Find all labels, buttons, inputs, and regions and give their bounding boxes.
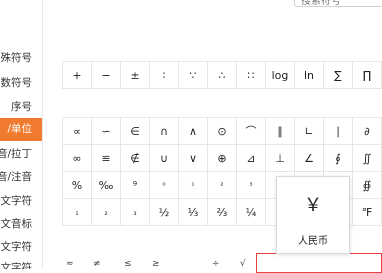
sidebar-item-pinyin-latin[interactable]: 音/拉丁 bbox=[0, 143, 42, 165]
symbol-cell[interactable]: ² bbox=[208, 172, 237, 199]
bottom-row-symbol[interactable]: ≈ bbox=[66, 259, 74, 269]
symbol-cell[interactable]: ⊿ bbox=[237, 145, 266, 172]
preview-symbol-name: 人民币 bbox=[298, 236, 328, 247]
symbol-cell[interactable]: log bbox=[266, 62, 295, 89]
symbol-cell[interactable]: ∈ bbox=[121, 118, 150, 145]
symbol-cell[interactable]: ⊙ bbox=[208, 118, 237, 145]
symbol-grid-top: + − ± ∶ ∵ ∴ ∷ log ln ∑ ∏ bbox=[62, 61, 382, 89]
sidebar-item-special-symbols[interactable]: 殊符号 bbox=[0, 47, 42, 69]
symbol-cell[interactable]: ∞ bbox=[63, 145, 92, 172]
sidebar-item-phonetic[interactable]: 文音标 bbox=[0, 213, 42, 235]
symbol-cell[interactable]: ∥ bbox=[266, 118, 295, 145]
symbol-cell[interactable]: ⁹ bbox=[121, 172, 150, 199]
sidebar-item-units[interactable]: /单位 bbox=[0, 118, 42, 141]
symbol-cell[interactable]: ∪ bbox=[150, 145, 179, 172]
symbol-cell[interactable]: ℉ bbox=[353, 199, 382, 226]
symbol-cell[interactable]: ¹ bbox=[179, 172, 208, 199]
symbol-cell[interactable]: ⅓ bbox=[179, 199, 208, 226]
symbol-cell[interactable]: ln bbox=[295, 62, 324, 89]
bottom-row-symbol[interactable]: ≠ bbox=[93, 259, 101, 269]
bottom-row-symbol[interactable]: ÷ bbox=[212, 259, 220, 269]
symbol-cell[interactable]: ∠ bbox=[295, 145, 324, 172]
symbol-cell[interactable]: ⁰ bbox=[150, 172, 179, 199]
selection-highlight bbox=[256, 253, 382, 273]
symbol-cell[interactable]: ∣ bbox=[324, 118, 353, 145]
sidebar-item-chars-3[interactable]: 文字符 bbox=[0, 257, 42, 269]
symbol-cell[interactable]: ∨ bbox=[179, 145, 208, 172]
search-input[interactable] bbox=[301, 0, 382, 7]
symbol-cell[interactable]: ⌒ bbox=[237, 118, 266, 145]
symbol-cell[interactable]: ∷ bbox=[237, 62, 266, 89]
symbol-cell[interactable]: ∩ bbox=[150, 118, 179, 145]
symbol-cell[interactable]: ≌ bbox=[92, 145, 121, 172]
symbol-cell[interactable]: ³ bbox=[237, 172, 266, 199]
symbol-cell[interactable]: ± bbox=[121, 62, 150, 89]
sidebar-item-numbering[interactable]: 序号 bbox=[0, 96, 42, 118]
symbol-cell[interactable]: ∵ bbox=[179, 62, 208, 89]
top-bar bbox=[0, 0, 382, 14]
symbol-row: ∞ ≌ ∉ ∪ ∨ ⊕ ⊿ ⊥ ∠ ∮ ∬ bbox=[63, 145, 382, 172]
symbol-cell[interactable]: ‰ bbox=[92, 172, 121, 199]
symbol-cell[interactable]: ∯ bbox=[353, 172, 382, 199]
symbol-cell[interactable]: ⊥ bbox=[266, 145, 295, 172]
symbol-cell[interactable]: ∬ bbox=[353, 145, 382, 172]
sidebar-item-chars-2[interactable]: 文字符 bbox=[0, 236, 42, 258]
symbol-cell[interactable]: − bbox=[92, 62, 121, 89]
symbol-cell[interactable]: ∏ bbox=[353, 62, 382, 89]
symbol-cell[interactable]: ∮ bbox=[324, 145, 353, 172]
symbol-cell[interactable]: ⅔ bbox=[208, 199, 237, 226]
symbol-cell[interactable]: ₁ bbox=[63, 199, 92, 226]
symbol-cell[interactable]: ½ bbox=[150, 199, 179, 226]
symbol-cell[interactable]: ∟ bbox=[295, 118, 324, 145]
symbol-cell[interactable]: ∂ bbox=[353, 118, 382, 145]
symbol-preview-popup: ￥ 人民币 bbox=[276, 176, 350, 254]
symbol-cell[interactable]: ∝ bbox=[63, 118, 92, 145]
symbol-cell[interactable]: ¼ bbox=[237, 199, 266, 226]
preview-symbol: ￥ bbox=[304, 195, 322, 216]
symbol-cell[interactable]: ∶ bbox=[150, 62, 179, 89]
bottom-row-symbol[interactable]: √ bbox=[240, 259, 246, 269]
symbol-cell[interactable]: % bbox=[63, 172, 92, 199]
symbol-cell[interactable]: ∴ bbox=[208, 62, 237, 89]
bottom-row-symbol[interactable]: ≤ bbox=[124, 259, 132, 269]
category-sidebar: 殊符号 数符号 序号 /单位 音/拉丁 音/注音 文字符 文音标 文字符 文字符 bbox=[0, 0, 43, 269]
bottom-row-symbol[interactable]: ≥ bbox=[152, 259, 160, 269]
symbol-cell[interactable]: ₃ bbox=[121, 199, 150, 226]
symbol-cell[interactable]: ₂ bbox=[92, 199, 121, 226]
search-box[interactable] bbox=[294, 0, 382, 7]
symbol-cell[interactable]: ∽ bbox=[92, 118, 121, 145]
sidebar-item-chars-1[interactable]: 文字符 bbox=[0, 190, 42, 212]
symbol-cell[interactable]: ∑ bbox=[324, 62, 353, 89]
symbol-cell[interactable]: ∧ bbox=[179, 118, 208, 145]
sidebar-item-pinyin-zhuyin[interactable]: 音/注音 bbox=[0, 166, 42, 188]
symbol-row: ∝ ∽ ∈ ∩ ∧ ⊙ ⌒ ∥ ∟ ∣ ∂ bbox=[63, 118, 382, 145]
symbol-row: + − ± ∶ ∵ ∴ ∷ log ln ∑ ∏ bbox=[63, 62, 382, 89]
symbol-cell[interactable]: ⊕ bbox=[208, 145, 237, 172]
symbol-cell[interactable]: ∉ bbox=[121, 145, 150, 172]
symbol-cell[interactable]: + bbox=[63, 62, 92, 89]
sidebar-item-math-symbols[interactable]: 数符号 bbox=[0, 72, 42, 94]
